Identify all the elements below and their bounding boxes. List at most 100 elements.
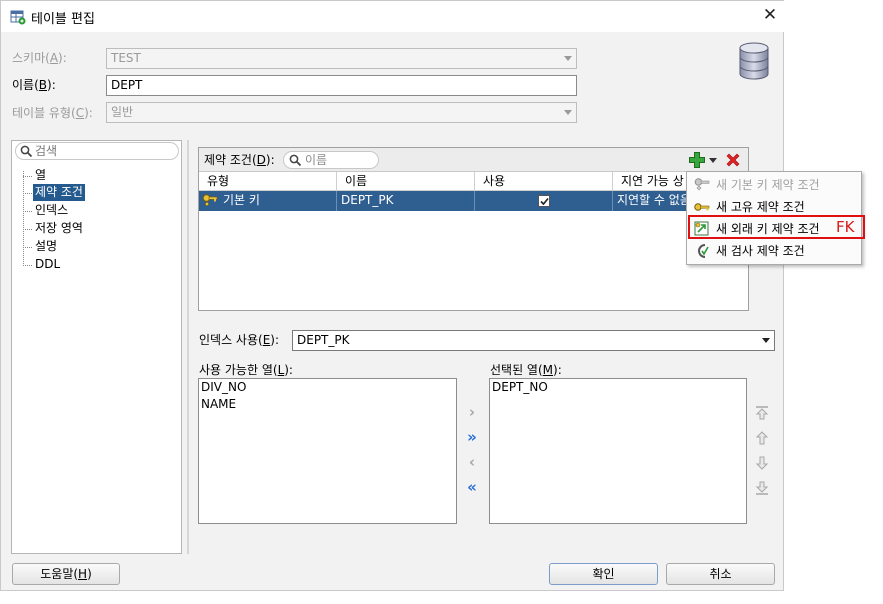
available-columns-mnemonic: L (277, 363, 285, 377)
check-constraint-icon (698, 244, 709, 258)
table-type-label: 테이블 유형(C): (12, 106, 93, 120)
tree-connector (23, 193, 32, 194)
list-item[interactable]: NAME (200, 396, 236, 413)
tree-item-comment[interactable]: 설명 (12, 238, 172, 255)
chevron-down-icon (564, 56, 572, 61)
column-header-enabled[interactable]: 사용 (475, 172, 613, 191)
table-row-name-cell[interactable]: DEPT_PK (337, 191, 475, 211)
tree-connector (23, 176, 32, 177)
close-icon[interactable]: ✕ (759, 4, 781, 26)
cancel-button[interactable]: 취소 (666, 563, 775, 585)
panel-splitter[interactable] (187, 140, 189, 554)
navigation-tree: 검색 열 제약 조건 인덱스 저장 영역 설명 DDL (11, 140, 182, 554)
window-title: 테이블 편집 (31, 12, 95, 27)
move-left-button[interactable]: ‹ (464, 454, 480, 470)
primary-key-icon (694, 178, 710, 191)
tree-connector (23, 265, 32, 266)
constraints-search-placeholder: 이름 (305, 153, 328, 167)
move-down-icon[interactable] (754, 455, 770, 471)
constraints-panel: 제약 조건(D): 이름 유형 이름 사용 지연 가능 상 기본 키 DEPT_… (198, 147, 749, 311)
tree-connector (23, 247, 32, 248)
index-usage-value: DEPT_PK (297, 333, 350, 347)
table-type-mnemonic: C (75, 106, 85, 120)
tree-connector (23, 229, 32, 230)
fk-annotation: FK (836, 218, 855, 236)
title-bar: 테이블 편집 ✕ (1, 1, 785, 32)
tree-item-label: DDL (35, 257, 61, 271)
move-all-left-button[interactable]: « (464, 479, 480, 495)
schema-label: 스키마(A): (12, 51, 67, 65)
menu-item-new-primary-key[interactable]: 새 기본 키 제약 조건 (689, 174, 859, 196)
help-mnemonic: H (78, 567, 88, 581)
table-type-combo[interactable]: 일반 (106, 102, 577, 123)
list-item[interactable]: DIV_NO (200, 379, 246, 396)
tree-item-label: 인덱스 (35, 203, 69, 217)
table-row-type-cell[interactable]: 기본 키 (199, 191, 337, 211)
index-usage-mnemonic: E (262, 333, 271, 347)
tree-search-input[interactable]: 검색 (15, 142, 179, 160)
tree-item-storage[interactable]: 저장 영역 (12, 220, 172, 237)
ok-button[interactable]: 확인 (549, 563, 658, 585)
tree-item-label: 설명 (35, 239, 58, 253)
table-row-enabled-cell[interactable] (475, 191, 613, 211)
selected-columns-mnemonic: M (542, 363, 554, 377)
column-header-name[interactable]: 이름 (337, 172, 475, 191)
index-usage-label-text: 인덱스 사용 (199, 333, 259, 347)
add-constraint-icon[interactable] (688, 151, 706, 169)
selected-columns-label-text: 선택된 열 (490, 363, 538, 377)
unique-key-icon (694, 203, 710, 211)
move-right-button[interactable]: › (464, 404, 480, 420)
primary-key-icon (202, 194, 218, 207)
constraint-type-value: 기본 키 (223, 193, 260, 207)
constraints-search-input[interactable]: 이름 (283, 151, 379, 169)
menu-item-label: 새 검사 제약 조건 (716, 244, 805, 258)
move-top-icon[interactable] (754, 405, 770, 421)
selected-columns-list[interactable]: DEPT_NO (489, 378, 747, 524)
delete-constraint-icon[interactable] (725, 152, 741, 168)
move-all-right-button[interactable]: » (464, 429, 480, 445)
tree-item-label: 제약 조건 (33, 184, 85, 201)
chevron-down-icon[interactable] (709, 158, 717, 163)
table-name-input[interactable]: DEPT (106, 75, 577, 96)
selected-columns-label: 선택된 열(M): (490, 363, 562, 377)
column-header-type[interactable]: 유형 (199, 172, 337, 191)
help-button-label: 도움말 (40, 567, 74, 581)
index-usage-label: 인덱스 사용(E): (199, 333, 280, 347)
table-type-value: 일반 (111, 105, 134, 119)
list-item[interactable]: DEPT_NO (491, 379, 548, 396)
name-label: 이름(B): (12, 78, 56, 92)
search-icon (20, 145, 33, 158)
help-button[interactable]: 도움말(H) (12, 563, 120, 585)
index-usage-combo[interactable]: DEPT_PK (292, 330, 775, 351)
tree-search-placeholder: 검색 (35, 144, 58, 158)
available-columns-label-text: 사용 가능한 열 (199, 363, 273, 377)
tree-item-label: 저장 영역 (35, 221, 83, 235)
constraints-label-text: 제약 조건 (204, 153, 252, 167)
menu-item-new-check[interactable]: 새 검사 제약 조건 (689, 240, 859, 262)
tree-item-ddl[interactable]: DDL (12, 256, 172, 273)
tree-connector (23, 211, 32, 212)
schema-mnemonic: A (49, 51, 59, 65)
schema-combo[interactable]: TEST (106, 48, 577, 69)
enabled-checkbox[interactable] (538, 195, 550, 207)
move-bottom-icon[interactable] (754, 480, 770, 496)
checkmark-icon (540, 197, 549, 206)
constraints-label: 제약 조건(D): (204, 153, 275, 167)
available-columns-label: 사용 가능한 열(L): (199, 363, 293, 377)
chevron-down-icon (564, 110, 572, 115)
constraints-toolbar: 제약 조건(D): 이름 (199, 148, 748, 172)
name-mnemonic: B (38, 78, 48, 92)
schema-value: TEST (111, 51, 141, 65)
menu-item-label: 새 기본 키 제약 조건 (716, 178, 820, 192)
move-up-icon[interactable] (754, 430, 770, 446)
edit-table-dialog: 테이블 편집 ✕ 스키마(A): TEST 이름(B): DEPT 테이블 유형… (0, 0, 785, 591)
tree-item-columns[interactable]: 열 (12, 167, 172, 184)
database-icon (739, 42, 769, 80)
table-type-label-text: 테이블 유형 (12, 106, 72, 120)
tree-item-label: 열 (35, 168, 47, 182)
search-icon (289, 154, 302, 167)
table-edit-icon (10, 10, 26, 25)
tree-item-indexes[interactable]: 인덱스 (12, 202, 172, 219)
tree-item-constraints[interactable]: 제약 조건 (12, 184, 172, 201)
available-columns-list[interactable]: DIV_NO NAME (198, 378, 457, 524)
